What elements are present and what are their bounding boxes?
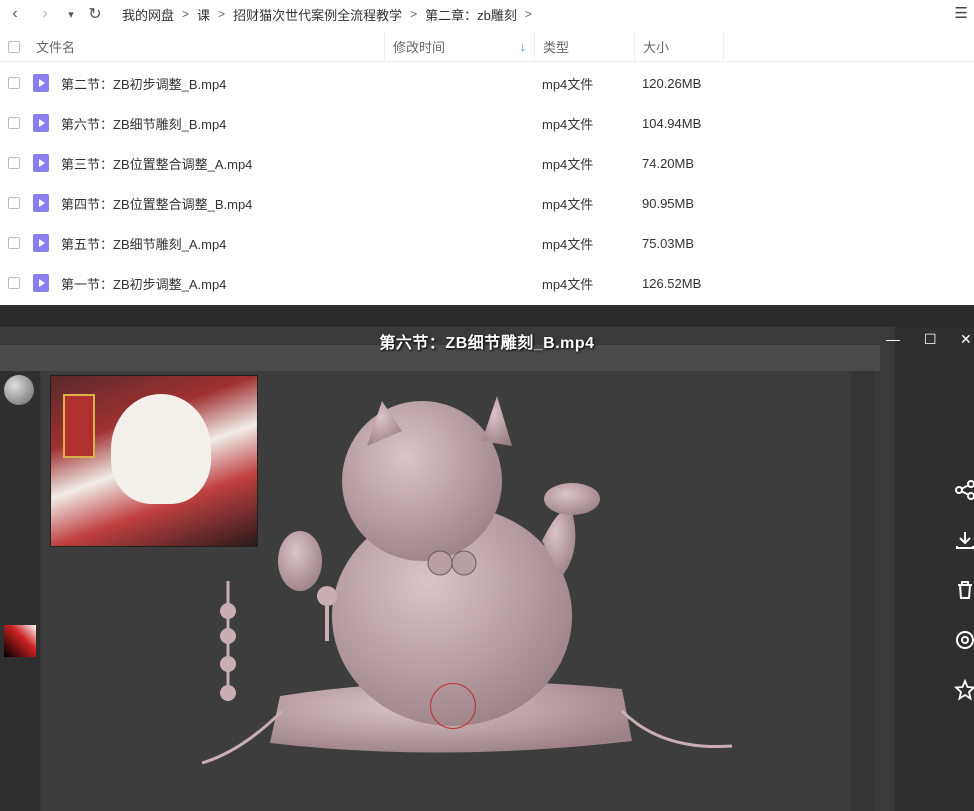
file-type: mp4文件 <box>542 276 594 292</box>
file-type: mp4文件 <box>542 236 594 252</box>
share-icon[interactable] <box>950 465 974 515</box>
breadcrumb-separator: > <box>524 7 532 21</box>
file-name[interactable]: 第一节：ZB初步调整_A.mp4 <box>61 274 226 293</box>
video-file-icon <box>33 274 49 292</box>
file-name[interactable]: 第四节：ZB位置整合调整_B.mp4 <box>61 194 252 213</box>
file-size: 90.95MB <box>642 195 695 211</box>
column-name-header[interactable]: 文件名 <box>36 37 75 56</box>
column-size-header[interactable]: 大小 <box>634 31 724 62</box>
table-row[interactable]: 第一节：ZB初步调整_A.mp4 mp4文件 126.52MB <box>0 263 974 303</box>
brush-thumbnail <box>4 375 34 405</box>
zbrush-menu-bar <box>0 305 974 327</box>
breadcrumb-item[interactable]: 招财猫次世代案例全流程教学 <box>229 5 406 24</box>
star-icon[interactable] <box>950 665 974 715</box>
breadcrumb-separator: > <box>218 7 226 21</box>
video-file-icon <box>33 194 49 212</box>
maximize-icon[interactable]: ☐ <box>924 331 937 348</box>
file-size: 74.20MB <box>642 155 695 171</box>
file-name[interactable]: 第六节：ZB细节雕刻_B.mp4 <box>61 114 226 133</box>
row-checkbox[interactable] <box>8 277 20 289</box>
video-file-icon <box>33 154 49 172</box>
column-modified-label: 修改时间 <box>393 40 446 55</box>
video-file-icon <box>33 74 49 92</box>
table-row[interactable]: 第五节：ZB细节雕刻_A.mp4 mp4文件 75.03MB <box>0 223 974 263</box>
breadcrumb-item[interactable]: 我的网盘 <box>118 5 178 24</box>
table-row[interactable]: 第三节：ZB位置整合调整_A.mp4 mp4文件 74.20MB <box>0 143 974 183</box>
file-type: mp4文件 <box>542 116 594 132</box>
column-size-label: 大小 <box>643 40 670 55</box>
column-type-label: 类型 <box>543 40 570 55</box>
video-side-toolbar <box>950 465 974 715</box>
list-view-icon[interactable]: ☰ <box>955 4 968 22</box>
refresh-icon[interactable]: ↻ <box>84 3 106 25</box>
row-checkbox[interactable] <box>8 117 20 129</box>
video-title: 第六节：ZB细节雕刻_B.mp4 <box>379 335 595 352</box>
breadcrumb: 我的网盘 > 课 > 招财猫次世代案例全流程教学 > 第二章：zb雕刻 > <box>118 5 536 24</box>
table-row[interactable]: 第六节：ZB细节雕刻_B.mp4 mp4文件 104.94MB <box>0 103 974 143</box>
file-size: 75.03MB <box>642 235 695 251</box>
back-icon[interactable]: ‹ <box>4 3 26 25</box>
file-name[interactable]: 第五节：ZB细节雕刻_A.mp4 <box>61 234 226 253</box>
more-icon[interactable] <box>950 615 974 665</box>
video-file-icon <box>33 114 49 132</box>
zbrush-left-panel <box>0 371 40 811</box>
top-nav-bar: ‹ › ▾ ↻ 我的网盘 > 课 > 招财猫次世代案例全流程教学 > 第二章：z… <box>0 0 974 28</box>
zbrush-right-shelf <box>852 371 874 811</box>
dropdown-icon[interactable]: ▾ <box>60 3 82 25</box>
download-icon[interactable] <box>950 515 974 565</box>
delete-icon[interactable] <box>950 565 974 615</box>
file-size: 126.52MB <box>642 275 702 291</box>
breadcrumb-item-current[interactable]: 第二章：zb雕刻 <box>421 5 521 24</box>
close-icon[interactable]: ✕ <box>960 331 972 348</box>
file-type: mp4文件 <box>542 76 594 92</box>
table-row[interactable]: 第二节：ZB初步调整_B.mp4 mp4文件 120.26MB <box>0 63 974 103</box>
file-name[interactable]: 第二节：ZB初步调整_B.mp4 <box>61 74 226 93</box>
file-size: 104.94MB <box>642 115 702 131</box>
breadcrumb-separator: > <box>182 7 190 21</box>
column-type-header[interactable]: 类型 <box>534 31 634 62</box>
reference-photo <box>50 375 258 547</box>
color-picker-swatch <box>4 625 36 657</box>
file-size: 120.26MB <box>642 75 702 91</box>
file-name[interactable]: 第三节：ZB位置整合调整_A.mp4 <box>61 154 252 173</box>
row-checkbox[interactable] <box>8 77 20 89</box>
row-checkbox[interactable] <box>8 197 20 209</box>
file-type: mp4文件 <box>542 156 594 172</box>
row-checkbox[interactable] <box>8 237 20 249</box>
file-type: mp4文件 <box>542 196 594 212</box>
breadcrumb-separator: > <box>410 7 418 21</box>
breadcrumb-item[interactable]: 课 <box>193 5 214 24</box>
brush-cursor-circle <box>430 683 476 729</box>
video-file-icon <box>33 234 49 252</box>
minimize-icon[interactable]: — <box>886 331 900 347</box>
forward-icon[interactable]: › <box>34 3 56 25</box>
table-row[interactable]: 第四节：ZB位置整合调整_B.mp4 mp4文件 90.95MB <box>0 183 974 223</box>
select-all-checkbox[interactable] <box>8 40 20 53</box>
video-player[interactable]: 第六节：ZB细节雕刻_B.mp4 — ☐ ✕ <box>0 305 974 811</box>
column-modified-header[interactable]: 修改时间 ↓ <box>384 31 534 62</box>
row-checkbox[interactable] <box>8 157 20 169</box>
sort-arrow-icon[interactable]: ↓ <box>520 39 527 54</box>
file-table-header: 文件名 修改时间 ↓ 类型 大小 <box>0 31 974 62</box>
